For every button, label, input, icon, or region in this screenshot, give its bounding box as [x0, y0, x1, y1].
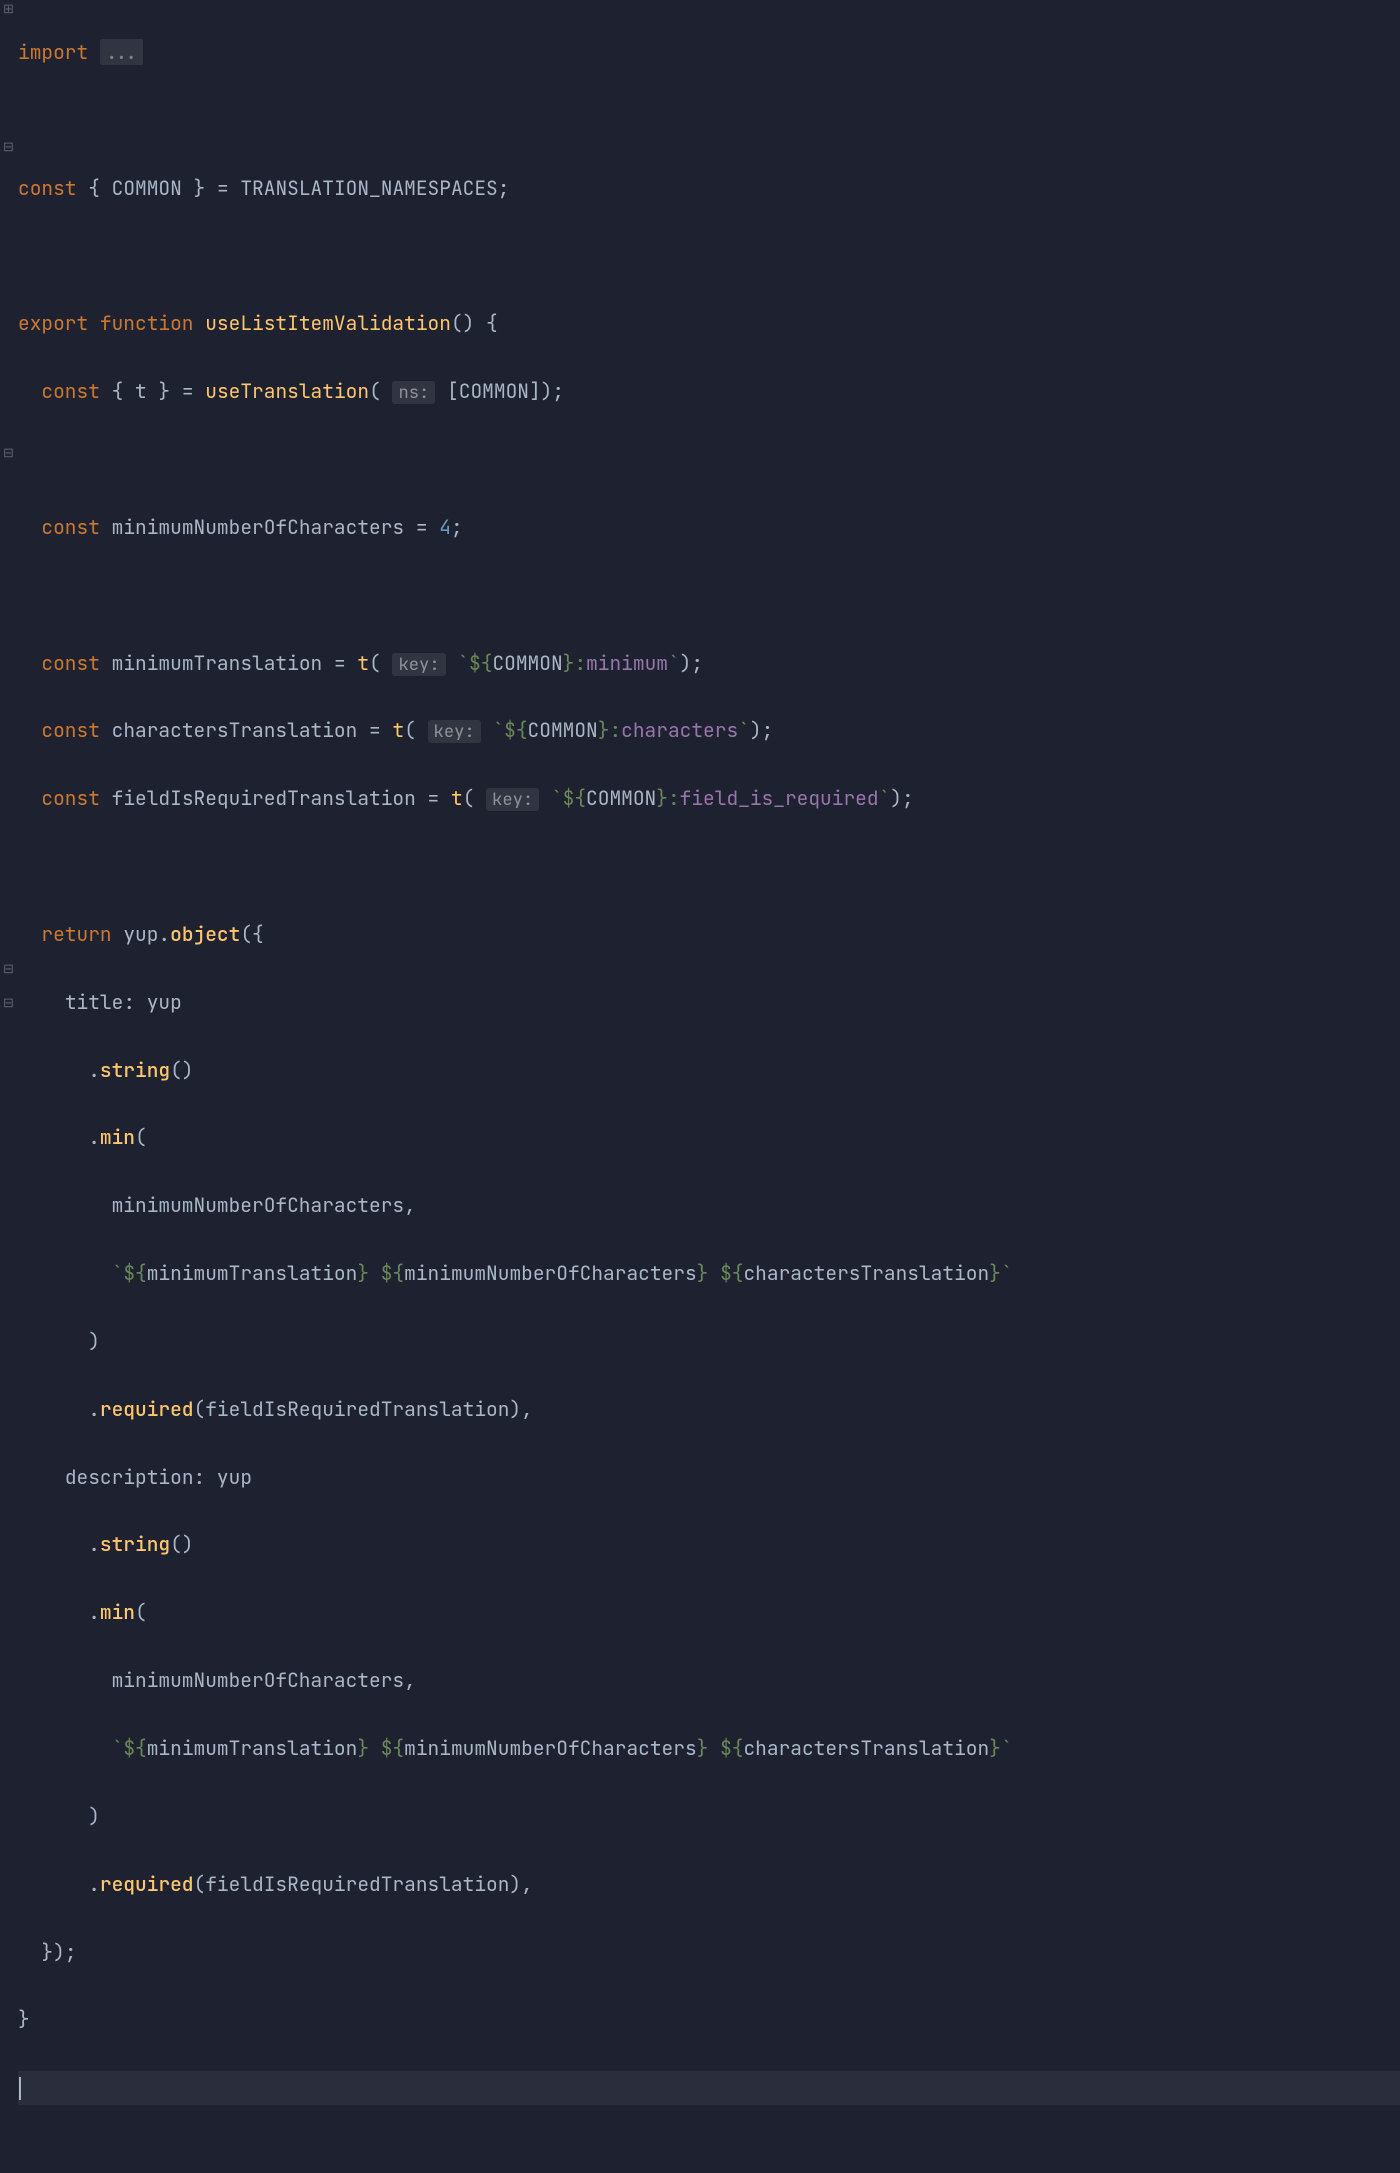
code-line: .string(): [18, 1528, 1400, 1562]
param-hint: key:: [392, 653, 445, 676]
fold-icon[interactable]: ⊟: [3, 448, 13, 458]
code-line: const minimumTranslation = t( key: `${CO…: [18, 647, 1400, 681]
code-line: [18, 850, 1400, 884]
code-line: title: yup: [18, 986, 1400, 1020]
fold-icon[interactable]: ⊞: [3, 4, 13, 14]
param-hint: key:: [428, 720, 481, 743]
code-line: export function useListItemValidation() …: [18, 307, 1400, 341]
folded-placeholder[interactable]: ...: [100, 39, 143, 65]
fold-close-icon[interactable]: ⊟: [3, 998, 13, 1008]
fold-icon[interactable]: ⊟: [3, 142, 13, 152]
active-line[interactable]: [18, 2071, 1400, 2105]
code-area[interactable]: import ... const { COMMON } = TRANSLATIO…: [16, 0, 1400, 2173]
code-line: });: [18, 1936, 1400, 1970]
code-line: `${minimumTranslation} ${minimumNumberOf…: [18, 1732, 1400, 1766]
code-line: ): [18, 1325, 1400, 1359]
code-line: const { t } = useTranslation( ns: [COMMO…: [18, 375, 1400, 409]
param-hint: ns:: [392, 381, 435, 404]
code-line: minimumNumberOfCharacters,: [18, 1189, 1400, 1223]
code-line: }: [18, 2003, 1400, 2037]
code-line: [18, 239, 1400, 273]
gutter: ⊞ ⊟ ⊟ ⊟ ⊟: [0, 0, 16, 2173]
code-line: minimumNumberOfCharacters,: [18, 1664, 1400, 1698]
code-line: `${minimumTranslation} ${minimumNumberOf…: [18, 1257, 1400, 1291]
code-line: const { COMMON } = TRANSLATION_NAMESPACE…: [18, 172, 1400, 206]
code-line: .required(fieldIsRequiredTranslation),: [18, 1868, 1400, 1902]
param-hint: key:: [486, 788, 539, 811]
code-editor[interactable]: ⊞ ⊟ ⊟ ⊟ ⊟ import ... const { COMMON } = …: [0, 0, 1400, 2173]
code-line: const minimumNumberOfCharacters = 4;: [18, 511, 1400, 545]
code-line: import ...: [18, 36, 1400, 70]
code-line: ): [18, 1800, 1400, 1834]
code-line: [18, 443, 1400, 477]
code-line: .min(: [18, 1596, 1400, 1630]
code-line: const fieldIsRequiredTranslation = t( ke…: [18, 782, 1400, 816]
caret-icon: [19, 2077, 21, 2100]
code-line: return yup.object({: [18, 918, 1400, 952]
function-name: useListItemValidation: [205, 310, 451, 336]
code-line: [18, 579, 1400, 613]
code-line: .required(fieldIsRequiredTranslation),: [18, 1393, 1400, 1427]
keyword-import: import: [18, 39, 88, 65]
code-line: const charactersTranslation = t( key: `$…: [18, 714, 1400, 748]
code-line: .string(): [18, 1054, 1400, 1088]
code-line: .min(: [18, 1121, 1400, 1155]
code-line: description: yup: [18, 1461, 1400, 1495]
code-line: [18, 104, 1400, 138]
fold-close-icon[interactable]: ⊟: [3, 964, 13, 974]
